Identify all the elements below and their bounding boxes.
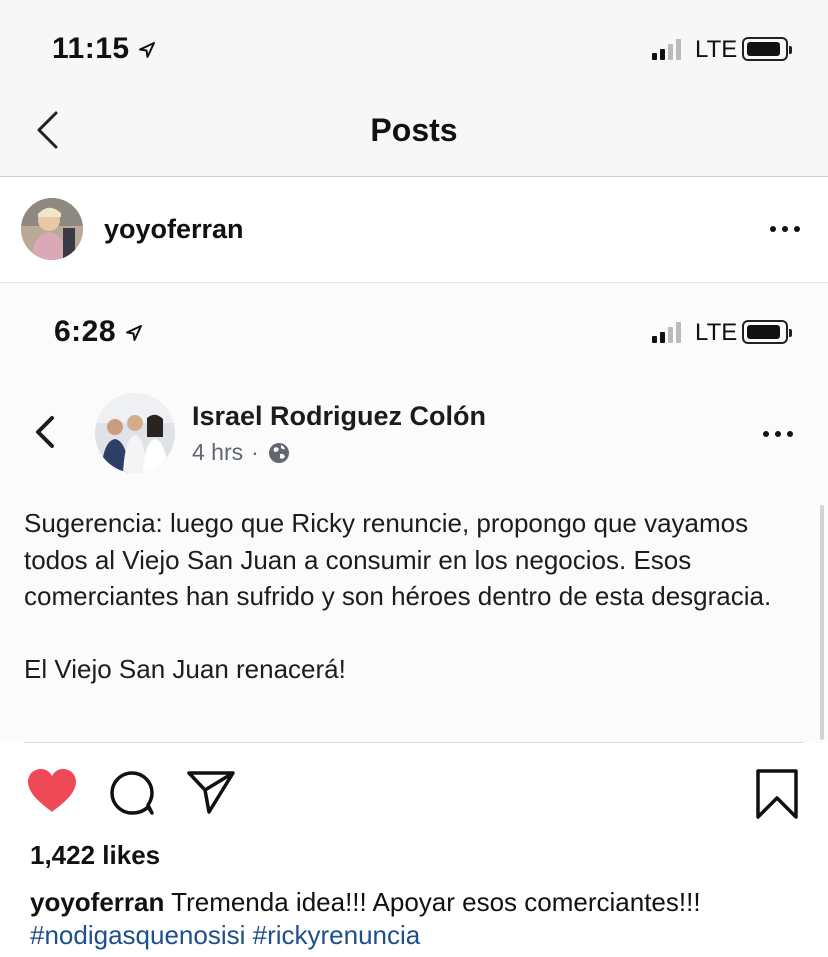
more-options-button[interactable] xyxy=(770,226,800,232)
status-bar: 11:15 LTE xyxy=(0,0,828,90)
share-button[interactable] xyxy=(186,769,236,820)
profile-photo-icon xyxy=(21,198,83,260)
embedded-paragraph: Sugerencia: luego que Ricky renuncie, pr… xyxy=(24,508,772,611)
nav-bar: Posts xyxy=(0,90,828,177)
status-time: 11:15 xyxy=(52,32,156,66)
save-button[interactable] xyxy=(755,768,799,825)
comment-icon xyxy=(110,771,154,815)
globe-icon xyxy=(268,442,289,463)
post-header: yoyoferran xyxy=(0,177,828,283)
embedded-more-icon xyxy=(763,431,793,437)
action-bar xyxy=(0,760,828,830)
embedded-avatar xyxy=(95,393,175,473)
like-button[interactable] xyxy=(26,768,78,819)
embedded-signal-icon xyxy=(652,321,681,343)
avatar[interactable] xyxy=(21,198,83,260)
network-label: LTE xyxy=(695,36,738,63)
battery-icon xyxy=(742,37,792,61)
hashtag-link[interactable]: #rickyrenuncia xyxy=(253,920,421,950)
embedded-post-text: Sugerencia: luego que Ricky renuncie, pr… xyxy=(24,505,784,687)
caption-username[interactable]: yoyoferran xyxy=(30,887,164,917)
embedded-back-icon xyxy=(34,415,56,454)
hashtag-link[interactable]: #nodigasquenosisi xyxy=(30,920,245,950)
send-icon xyxy=(187,771,235,814)
embedded-battery-icon xyxy=(742,320,792,344)
meta-separator: · xyxy=(251,439,259,465)
embedded-divider xyxy=(24,742,804,743)
page-title: Posts xyxy=(370,112,458,148)
chevron-left-icon xyxy=(36,416,54,448)
location-arrow-icon xyxy=(125,325,142,341)
likes-count[interactable]: 1,422 likes xyxy=(30,840,160,871)
embedded-paragraph: El Viejo San Juan renacerá! xyxy=(24,653,346,684)
signal-icon xyxy=(652,38,681,60)
embedded-scrollbar xyxy=(820,505,824,740)
embedded-post-meta: 4 hrs · xyxy=(192,439,291,466)
post-image: 6:28 LTE Israel Rodriguez Colón 4 hrs · … xyxy=(0,283,828,743)
embedded-author-name: Israel Rodriguez Colón xyxy=(192,401,487,431)
post-username[interactable]: yoyoferran xyxy=(104,214,244,245)
comment-button[interactable] xyxy=(108,769,156,822)
post-caption: yoyoferran Tremenda idea!!! Apoyar esos … xyxy=(30,886,810,952)
group-photo-icon xyxy=(95,393,175,473)
location-arrow-icon xyxy=(139,42,156,58)
bookmark-icon xyxy=(756,769,798,819)
embedded-network-label: LTE xyxy=(695,319,738,346)
heart-icon xyxy=(28,769,76,812)
embedded-status-time: 6:28 xyxy=(54,315,143,349)
embedded-time-ago: 4 hrs xyxy=(192,439,244,465)
caption-text: Tremenda idea!!! Apoyar esos comerciante… xyxy=(171,887,701,917)
